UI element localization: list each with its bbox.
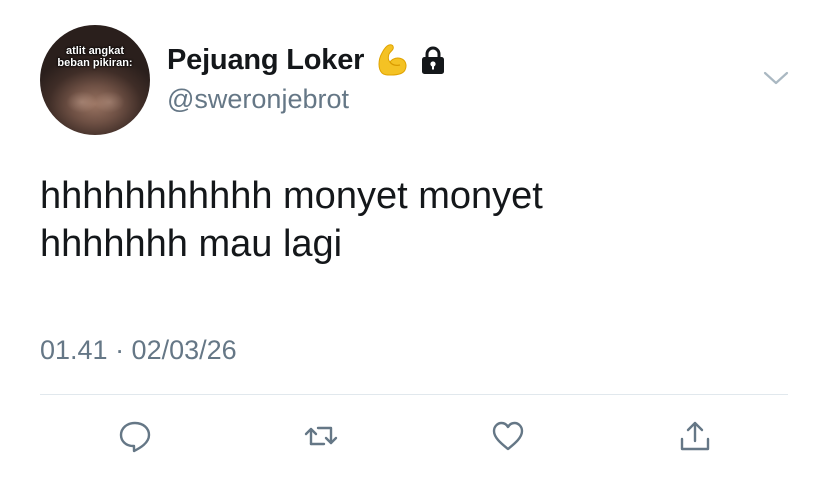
flexed-biceps-icon	[378, 44, 407, 76]
divider	[40, 394, 788, 395]
tweet-text-line-2: hhhhhhh mau lagi	[40, 223, 343, 265]
reply-button[interactable]	[115, 416, 155, 456]
speech-bubble-icon	[119, 421, 151, 453]
chevron-down-icon[interactable]	[763, 68, 789, 88]
avatar[interactable]: atlit angkat beban pikiran:	[40, 25, 150, 135]
avatar-photo	[40, 25, 150, 135]
tweet-text: hhhhhhhhhhh monyet monyet hhhhhhh mau la…	[40, 172, 780, 268]
share-icon	[680, 421, 710, 451]
retweet-icon	[304, 426, 338, 446]
user-handle[interactable]: @sweronjebrot	[167, 84, 349, 115]
tweet-text-line-1: hhhhhhhhhhh monyet monyet	[40, 175, 543, 217]
lock-icon	[422, 46, 445, 74]
avatar-caption-line-1: atlit angkat	[65, 45, 125, 57]
tweet-actions-bar	[0, 412, 828, 462]
heart-icon	[492, 421, 524, 451]
share-button[interactable]	[675, 416, 715, 456]
avatar-caption-line-2: beban pikiran:	[57, 57, 133, 69]
tweet-timestamp[interactable]: 01.41 · 02/03/26	[40, 335, 237, 366]
retweet-button[interactable]	[301, 416, 341, 456]
user-name-row: Pejuang Loker	[167, 42, 446, 78]
display-name[interactable]: Pejuang Loker	[167, 44, 364, 77]
avatar-caption: atlit angkat beban pikiran:	[40, 45, 150, 69]
like-button[interactable]	[488, 416, 528, 456]
